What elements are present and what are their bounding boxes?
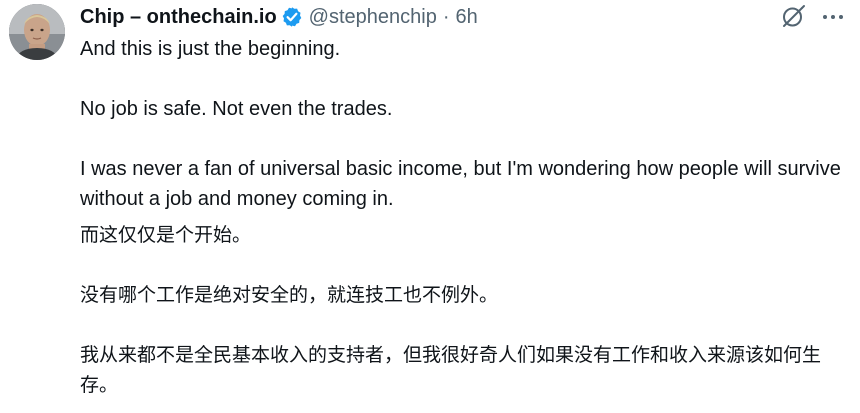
tweet-paragraph-zh-1: 而这仅仅是个开始。 bbox=[80, 224, 252, 246]
handle[interactable]: @stephenchip bbox=[309, 6, 437, 29]
more-icon[interactable] bbox=[820, 4, 846, 30]
display-name[interactable]: Chip – onthechain.io bbox=[80, 6, 277, 29]
timestamp[interactable]: 6h bbox=[456, 6, 478, 29]
tweet-paragraph-en-3: I was never a fan of universal basic inc… bbox=[80, 158, 841, 210]
grok-icon[interactable] bbox=[780, 4, 806, 30]
verified-badge-icon[interactable] bbox=[281, 6, 303, 28]
tweet-actions bbox=[780, 4, 846, 30]
tweet-paragraph-en-1: And this is just the beginning. bbox=[80, 38, 341, 60]
avatar[interactable] bbox=[9, 4, 65, 60]
avatar-photo bbox=[9, 4, 65, 60]
tweet-paragraph-zh-3: 我从来都不是全民基本收入的支持者，但我很好奇人们如果没有工作和收入来源该如何生存… bbox=[80, 344, 822, 396]
tweet-header: Chip – onthechain.io @stephenchip · 6h bbox=[80, 4, 478, 30]
tweet-paragraph-zh-2: 没有哪个工作是绝对安全的，就连技工也不例外。 bbox=[80, 284, 499, 306]
tweet-text: And this is just the beginning. No job i… bbox=[80, 34, 848, 400]
separator-dot: · bbox=[442, 5, 450, 28]
tweet-paragraph-en-2: No job is safe. Not even the trades. bbox=[80, 98, 393, 120]
tweet: Chip – onthechain.io @stephenchip · 6h A… bbox=[0, 0, 860, 413]
